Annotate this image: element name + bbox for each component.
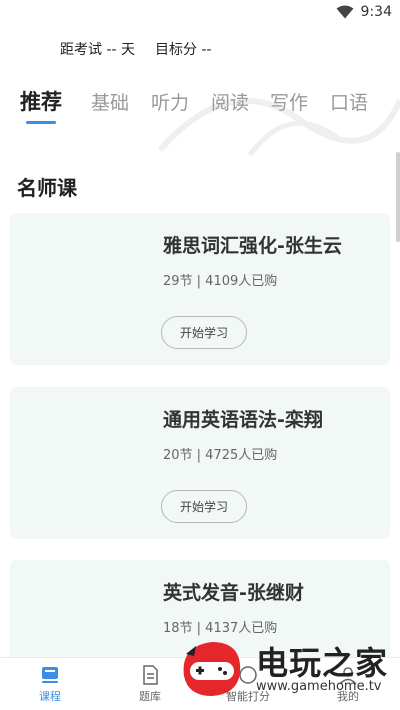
course-title: 雅思词汇强化-张生云: [163, 235, 342, 257]
course-icon: [42, 667, 58, 683]
scrollbar[interactable]: [396, 152, 400, 242]
question-bank-icon: [143, 665, 158, 685]
course-card[interactable]: 通用英语语法-栾翔 20节 | 4725人已购 开始学习: [10, 387, 390, 539]
tab-recommend[interactable]: 推荐: [20, 86, 62, 116]
wifi-icon: [336, 5, 354, 19]
status-time: 9:34: [360, 4, 392, 20]
nav-label-question-bank: 题库: [139, 690, 161, 703]
nav-label-course: 课程: [39, 690, 61, 703]
tab-writing[interactable]: 写作: [270, 88, 308, 115]
tab-reading[interactable]: 阅读: [211, 88, 249, 115]
section-title: 名师课: [17, 176, 77, 200]
watermark-brand: 电玩之家: [256, 644, 389, 682]
tab-basics[interactable]: 基础: [91, 88, 129, 115]
tab-speaking[interactable]: 口语: [330, 88, 368, 115]
course-title: 通用英语语法-栾翔: [163, 409, 323, 431]
exam-info[interactable]: 距考试 -- 天 目标分 --: [60, 39, 232, 59]
course-meta: 29节 | 4109人已购: [163, 274, 278, 289]
watermark-url: www.gamehome.tv: [256, 679, 382, 694]
tab-listening[interactable]: 听力: [151, 88, 189, 115]
status-bar: 9:34: [0, 0, 400, 26]
category-tabs: 推荐 基础 听力 阅读 写作 口语: [0, 88, 400, 128]
course-meta: 20节 | 4725人已购: [163, 448, 278, 463]
start-learning-button[interactable]: 开始学习: [161, 316, 247, 349]
target-score: 目标分 --: [155, 42, 212, 58]
exam-countdown: 距考试 -- 天: [60, 42, 136, 58]
course-card[interactable]: 雅思词汇强化-张生云 29节 | 4109人已购 开始学习: [10, 213, 390, 365]
nav-item-question-bank[interactable]: 题库: [120, 664, 180, 704]
start-learning-button[interactable]: 开始学习: [161, 490, 247, 523]
course-title: 英式发音-张继财: [163, 582, 304, 604]
active-tab-indicator: [26, 121, 56, 124]
gamehome-logo-icon: [183, 642, 241, 696]
nav-item-course[interactable]: 课程: [20, 664, 80, 704]
watermark: 电玩之家 www.gamehome.tv: [176, 634, 400, 710]
